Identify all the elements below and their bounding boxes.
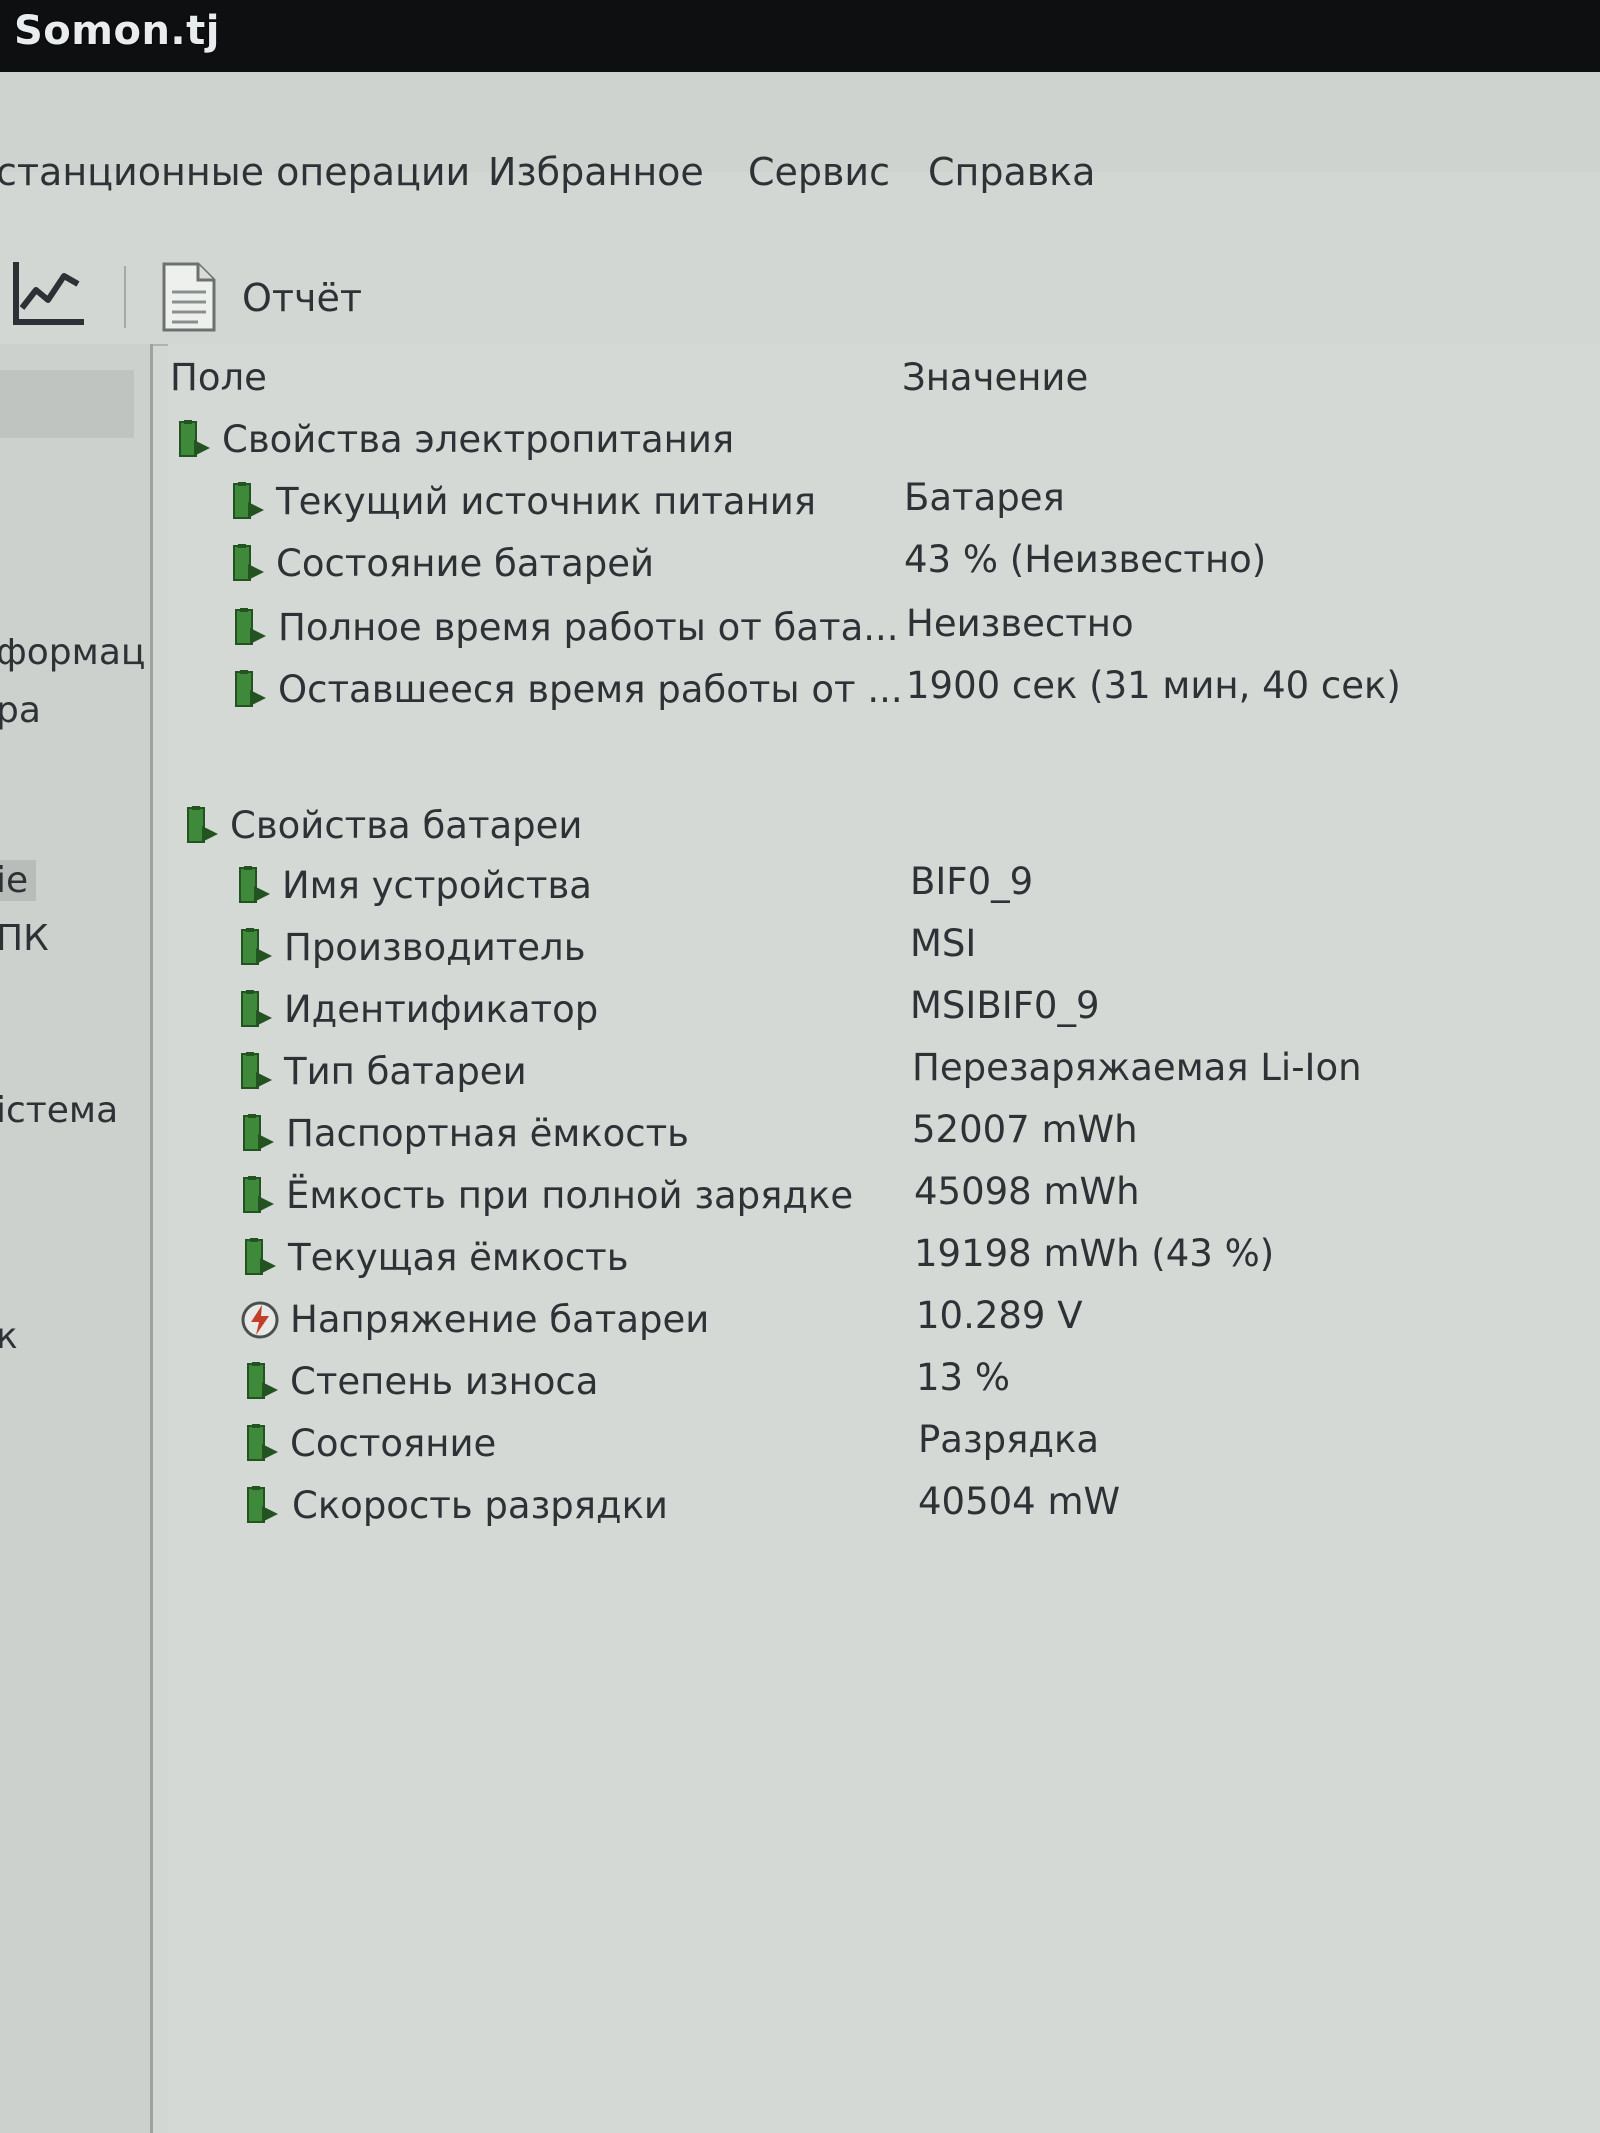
table-row[interactable]: Ёмкость при полной зарядке 45098 mWh xyxy=(168,1170,1600,1226)
table-row[interactable]: Имя устройства BIF0_9 xyxy=(168,860,1600,916)
row-field: Идентификатор xyxy=(284,988,599,1031)
table-row[interactable]: Напряжение батареи 10.289 V xyxy=(168,1294,1600,1350)
table-row[interactable]: Текущий источник питания Батарея xyxy=(168,476,1600,532)
row-value: MSI xyxy=(910,922,977,965)
table-row[interactable]: Паспортная ёмкость 52007 mWh xyxy=(168,1108,1600,1164)
row-value: Перезаряжаемая Li-Ion xyxy=(912,1046,1362,1089)
menu-help[interactable]: Справка xyxy=(928,150,1095,194)
row-field: Состояние xyxy=(290,1422,497,1465)
battery-icon xyxy=(238,1114,276,1154)
row-field: Текущая ёмкость xyxy=(288,1236,629,1279)
row-field: Оставшееся время работы от ... xyxy=(278,668,903,711)
table-row[interactable]: Полное время работы от бата... Неизвестн… xyxy=(168,602,1600,658)
column-header-field[interactable]: Поле xyxy=(170,356,267,399)
row-field: Ёмкость при полной зарядке xyxy=(286,1174,854,1217)
table-row[interactable]: Оставшееся время работы от ... 1900 сек … xyxy=(168,664,1600,720)
battery-icon xyxy=(236,990,274,1030)
document-icon xyxy=(162,262,216,332)
toolbar-separator xyxy=(124,266,126,328)
nav-item-computer[interactable]: ра xyxy=(0,690,41,731)
table-row[interactable]: Идентификатор MSIBIF0_9 xyxy=(168,984,1600,1040)
row-field: Скорость разрядки xyxy=(292,1484,668,1527)
battery-icon xyxy=(236,928,274,968)
row-field: Степень износа xyxy=(290,1360,599,1403)
battery-icon xyxy=(238,1176,276,1216)
menu-service[interactable]: Сервис xyxy=(748,150,890,194)
group-power-properties[interactable]: Свойства электропитания xyxy=(168,414,1600,470)
row-value: 45098 mWh xyxy=(914,1170,1140,1213)
photo-top-strip: Somon.tj xyxy=(0,0,1600,72)
row-field: Имя устройства xyxy=(282,864,592,907)
left-navigation-pane: формац ра ie ПК істема к xyxy=(0,344,153,2133)
battery-icon xyxy=(228,482,266,522)
table-row[interactable]: Состояние Разрядка xyxy=(168,1418,1600,1474)
table-row[interactable]: Тип батареи Перезаряжаемая Li-Ion xyxy=(168,1046,1600,1102)
nav-item-information[interactable]: формац xyxy=(0,632,145,673)
watermark: Somon.tj xyxy=(14,8,220,54)
nav-item-selected[interactable]: ie xyxy=(0,860,37,901)
row-value: 52007 mWh xyxy=(912,1108,1138,1151)
battery-icon xyxy=(230,670,268,710)
battery-icon xyxy=(174,420,212,460)
voltage-icon xyxy=(240,1300,279,1340)
group-title: Свойства электропитания xyxy=(222,418,735,461)
row-value: 1900 сек (31 мин, 40 сек) xyxy=(906,664,1401,707)
row-value: 40504 mW xyxy=(918,1480,1121,1523)
row-value: BIF0_9 xyxy=(910,860,1034,903)
nav-item-system[interactable]: істема xyxy=(0,1090,118,1131)
row-value: Разрядка xyxy=(918,1418,1100,1461)
row-field: Напряжение батареи xyxy=(290,1298,710,1341)
group-battery-properties[interactable]: Свойства батареи xyxy=(168,800,1600,856)
row-field: Производитель xyxy=(284,926,586,969)
row-value: 10.289 V xyxy=(916,1294,1083,1337)
row-field: Текущий источник питания xyxy=(276,480,817,523)
toolbar: Отчёт xyxy=(0,252,1600,346)
row-value: MSIBIF0_9 xyxy=(910,984,1100,1027)
aida-window: станционные операции Избранное Сервис Сп… xyxy=(0,72,1600,2133)
nav-item-other[interactable]: к xyxy=(0,1316,18,1357)
battery-icon xyxy=(230,608,268,648)
battery-icon xyxy=(242,1362,280,1402)
row-field: Паспортная ёмкость xyxy=(286,1112,689,1155)
battery-icon xyxy=(228,544,266,584)
group-title: Свойства батареи xyxy=(230,804,583,847)
row-field: Состояние батарей xyxy=(276,542,655,585)
menu-remote-operations[interactable]: станционные операции xyxy=(0,150,470,194)
row-value: Неизвестно xyxy=(906,602,1134,645)
chart-button[interactable] xyxy=(12,256,88,328)
column-header-value[interactable]: Значение xyxy=(902,356,1088,399)
table-row[interactable]: Состояние батарей 43 % (Неизвестно) xyxy=(168,538,1600,594)
table-row[interactable]: Производитель MSI xyxy=(168,922,1600,978)
battery-icon xyxy=(242,1424,280,1464)
details-pane: Поле Значение Свойства электропитания Те… xyxy=(168,344,1600,2133)
nav-item-pc[interactable]: ПК xyxy=(0,918,49,959)
row-value: 43 % (Неизвестно) xyxy=(904,538,1267,581)
row-field: Тип батареи xyxy=(284,1050,527,1093)
row-value: Батарея xyxy=(904,476,1065,519)
line-chart-icon xyxy=(13,262,84,325)
left-pane-selected-item xyxy=(0,370,134,438)
table-row[interactable]: Степень износа 13 % xyxy=(168,1356,1600,1412)
report-label: Отчёт xyxy=(242,276,363,320)
battery-icon xyxy=(182,806,220,846)
row-field: Полное время работы от бата... xyxy=(278,606,899,649)
table-row[interactable]: Скорость разрядки 40504 mW xyxy=(168,1480,1600,1536)
row-value: 19198 mWh (43 %) xyxy=(914,1232,1275,1275)
battery-icon xyxy=(242,1486,280,1526)
battery-icon xyxy=(240,1238,278,1278)
table-row[interactable]: Текущая ёмкость 19198 mWh (43 %) xyxy=(168,1232,1600,1288)
battery-icon xyxy=(234,866,272,906)
row-value: 13 % xyxy=(916,1356,1010,1399)
battery-icon xyxy=(236,1052,274,1092)
menu-favorites[interactable]: Избранное xyxy=(488,150,704,194)
